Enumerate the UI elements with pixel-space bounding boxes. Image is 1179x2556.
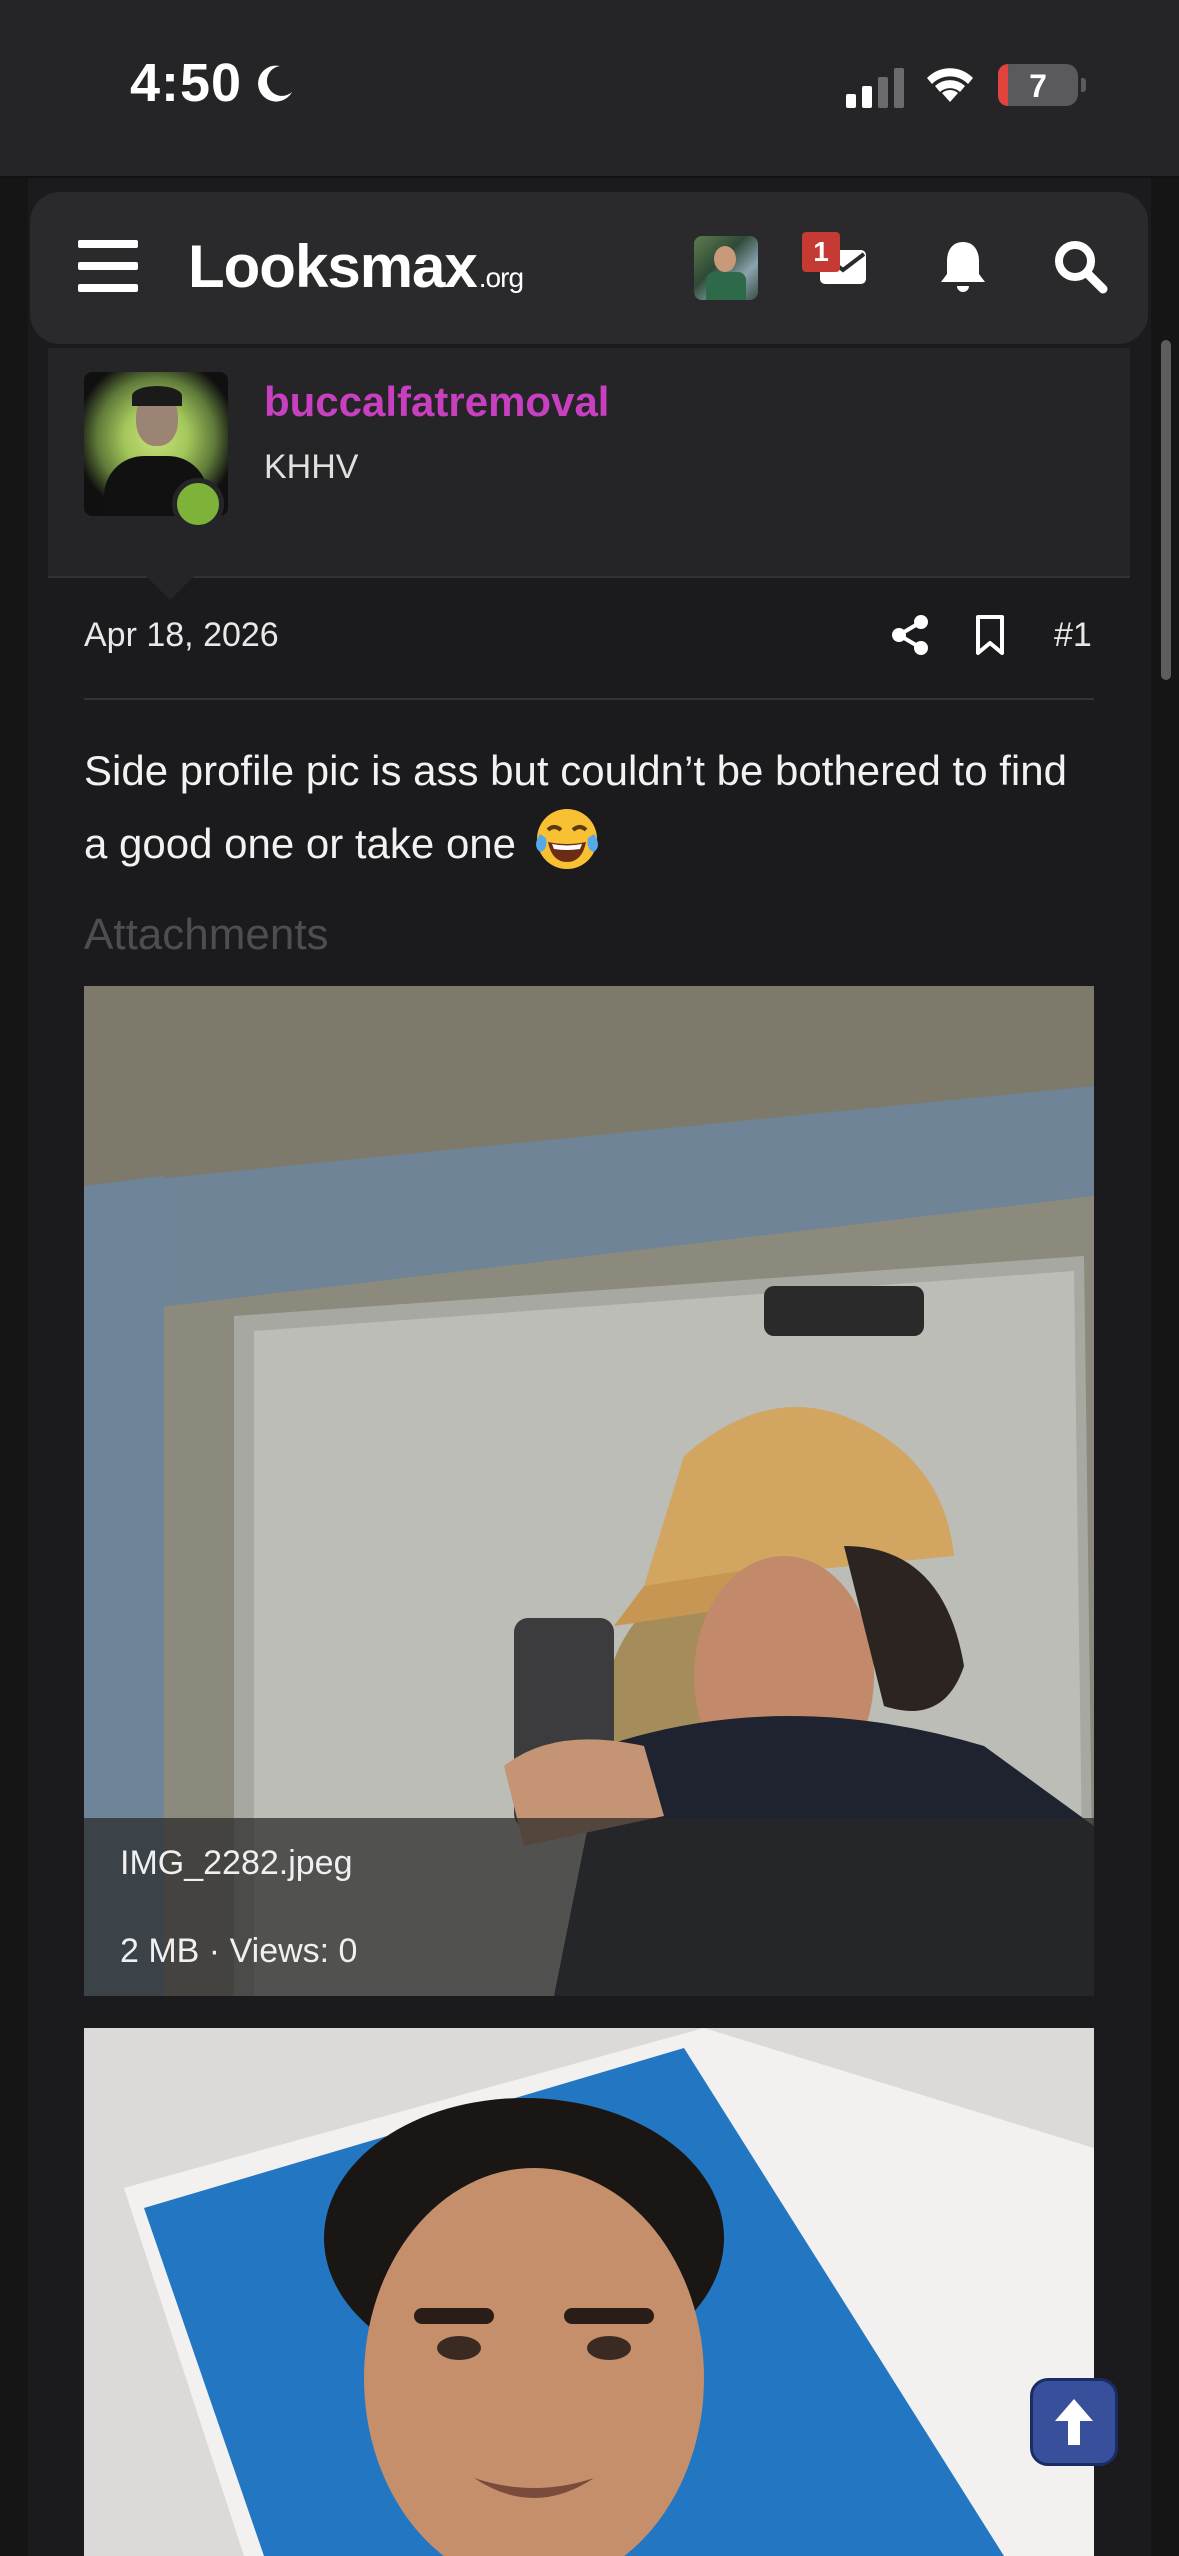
menu-icon[interactable] xyxy=(78,240,138,292)
wifi-icon xyxy=(927,68,973,102)
tears-of-joy-emoji-icon xyxy=(535,809,598,869)
author-username[interactable]: buccalfatremoval xyxy=(264,378,609,426)
status-bar: 4:50 7 xyxy=(0,0,1179,178)
page-gutter-left xyxy=(0,178,28,2556)
attachment-image[interactable]: IMG_2282.jpeg 2 MB · Views: 0 xyxy=(84,986,1094,1996)
attachment-filename[interactable]: IMG_2282.jpeg xyxy=(120,1844,353,1883)
attachment-photo-2 xyxy=(84,2028,1094,2556)
share-icon[interactable] xyxy=(890,614,930,656)
account-avatar[interactable] xyxy=(694,236,758,300)
messages-badge: 1 xyxy=(802,232,840,272)
attachments-heading: Attachments xyxy=(84,910,329,959)
status-time: 4:50 xyxy=(130,53,243,113)
post-author-block: buccalfatremoval KHHV xyxy=(48,348,1130,600)
online-status-indicator xyxy=(172,478,224,530)
attachment-info: IMG_2282.jpeg 2 MB · Views: 0 xyxy=(84,1818,1094,1996)
logo-text: Looksmax xyxy=(188,233,478,300)
attachment-meta: 2 MB · Views: 0 xyxy=(120,1932,358,1970)
bookmark-icon[interactable] xyxy=(974,614,1006,656)
post-date[interactable]: Apr 18, 2026 xyxy=(84,616,279,655)
site-logo[interactable]: Looksmax.org xyxy=(188,232,524,301)
arrow-up-icon xyxy=(1055,2399,1093,2445)
divider xyxy=(84,698,1094,700)
battery-indicator: 7 xyxy=(998,64,1086,106)
attachment-image-2[interactable] xyxy=(84,2028,1094,2556)
scroll-to-top-button[interactable] xyxy=(1030,2378,1118,2466)
author-title: KHHV xyxy=(264,448,359,486)
post-number-link[interactable]: #1 xyxy=(1054,616,1092,655)
scrollbar[interactable] xyxy=(1161,340,1171,680)
battery-level: 7 xyxy=(1029,68,1047,104)
moon-icon xyxy=(258,65,292,102)
search-icon[interactable] xyxy=(1052,238,1108,294)
author-pointer xyxy=(144,574,196,600)
cellular-signal-icon xyxy=(846,68,904,108)
post-body: Side profile pic is ass but couldn’t be … xyxy=(84,736,1094,879)
site-header: Looksmax.org 1 xyxy=(30,192,1148,344)
logo-suffix: .org xyxy=(478,262,524,293)
bell-icon[interactable] xyxy=(938,238,988,294)
